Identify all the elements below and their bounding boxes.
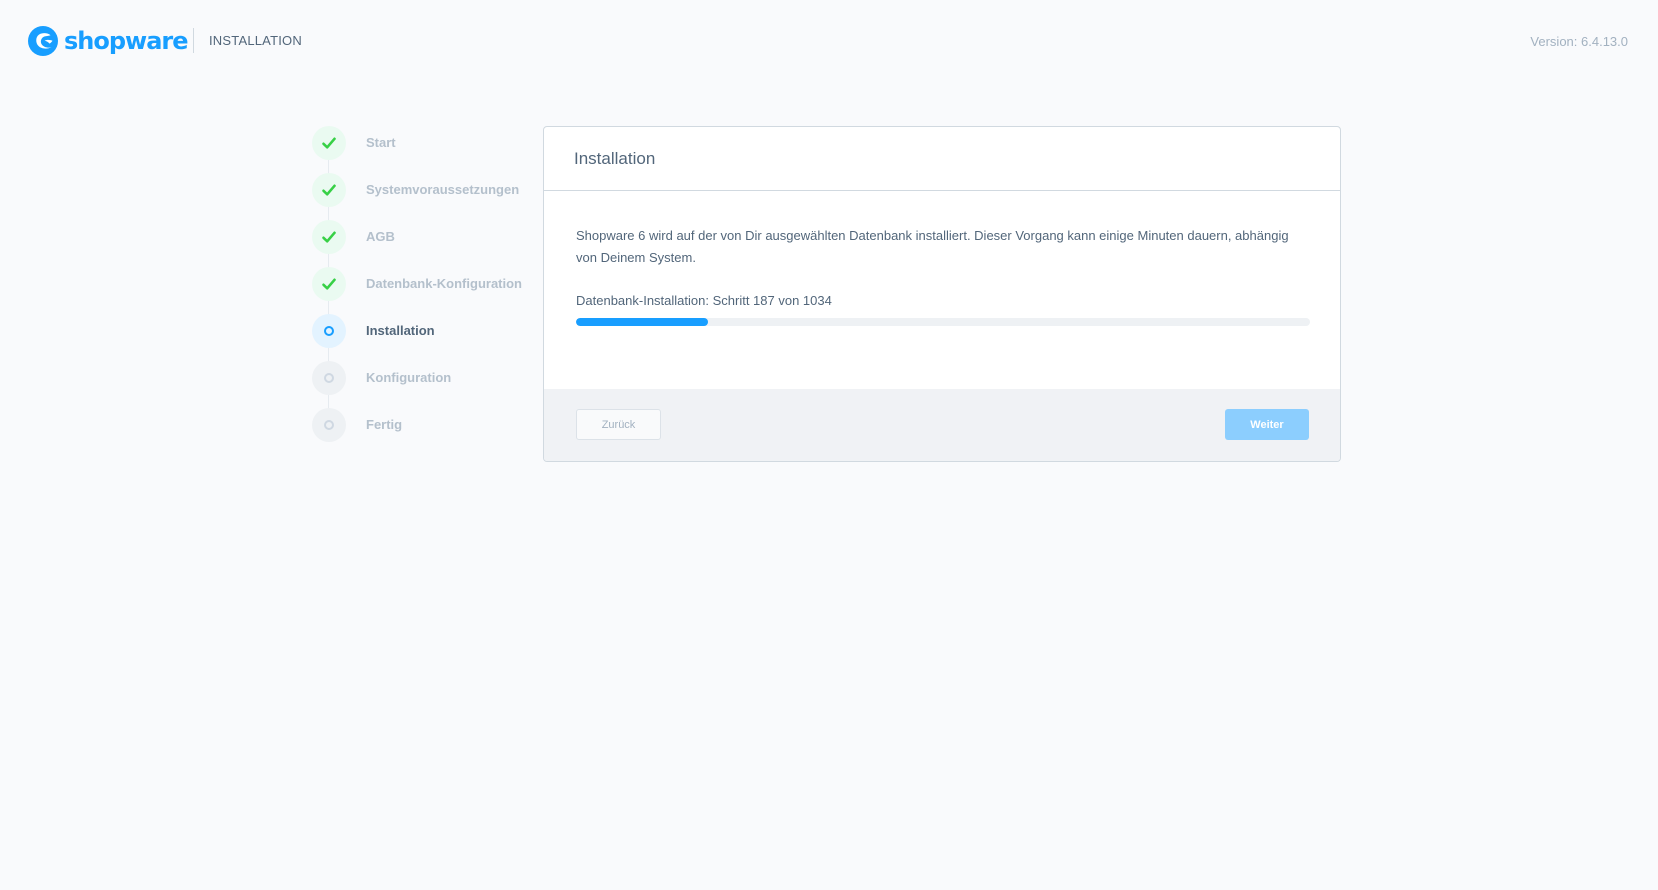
card-header: Installation: [544, 127, 1340, 191]
step-fertig: Fertig: [312, 408, 542, 455]
step-label: Systemvoraussetzungen: [366, 182, 520, 197]
step-label: Start: [366, 135, 396, 150]
step-agb: AGB: [312, 220, 542, 267]
step-datenbank-konfiguration: Datenbank-Konfiguration: [312, 267, 542, 314]
step-status-circle: [312, 267, 346, 301]
step-konfiguration: Konfiguration: [312, 361, 542, 408]
active-step-ring-icon: [324, 326, 334, 336]
back-button[interactable]: Zurück: [576, 409, 661, 440]
step-systemvoraussetzungen: Systemvoraussetzungen: [312, 173, 542, 220]
card-title: Installation: [574, 148, 656, 168]
step-label: Konfiguration: [366, 370, 452, 385]
card-footer: Zurück Weiter: [544, 389, 1340, 461]
pending-step-ring-icon: [324, 373, 334, 383]
installation-description: Shopware 6 wird auf der von Dir ausgewäh…: [576, 228, 1289, 265]
check-icon: [322, 278, 336, 290]
step-status-circle: [312, 408, 346, 442]
progress-bar-fill: [576, 318, 709, 326]
header: shopware INSTALLATION Version: 6.4.13.0: [0, 0, 1658, 82]
step-status-circle: [312, 220, 346, 254]
logo-text: shopware: [64, 27, 189, 55]
pending-step-ring-icon: [324, 420, 334, 430]
step-status-circle: [312, 361, 346, 395]
check-icon: [322, 137, 336, 149]
version-label: Version: 6.4.13.0: [1530, 34, 1628, 49]
header-title: INSTALLATION: [209, 33, 302, 48]
installation-steps: Start Systemvoraussetzungen AGB Datenban…: [312, 126, 542, 455]
shopware-logo-icon: [28, 26, 58, 56]
step-label: Datenbank-Konfiguration: [366, 276, 522, 291]
shopware-logo[interactable]: shopware: [27, 25, 189, 57]
step-installation: Installation: [312, 314, 542, 361]
installation-card: Installation Shopware 6 wird auf der von…: [543, 126, 1341, 462]
progress-label: Datenbank-Installation: Schritt 187 von …: [576, 293, 832, 308]
card-body: Shopware 6 wird auf der von Dir ausgewäh…: [544, 191, 1340, 390]
step-label: Fertig: [366, 417, 403, 432]
step-start: Start: [312, 126, 542, 173]
next-button[interactable]: Weiter: [1225, 409, 1309, 440]
step-status-circle: [312, 173, 346, 207]
check-icon: [322, 184, 336, 196]
step-status-circle: [312, 126, 346, 160]
header-divider: [193, 28, 194, 53]
step-status-circle: [312, 314, 346, 348]
progress-bar: [576, 318, 1310, 326]
step-label: AGB: [366, 229, 395, 244]
check-icon: [322, 231, 336, 243]
step-label: Installation: [366, 323, 435, 338]
